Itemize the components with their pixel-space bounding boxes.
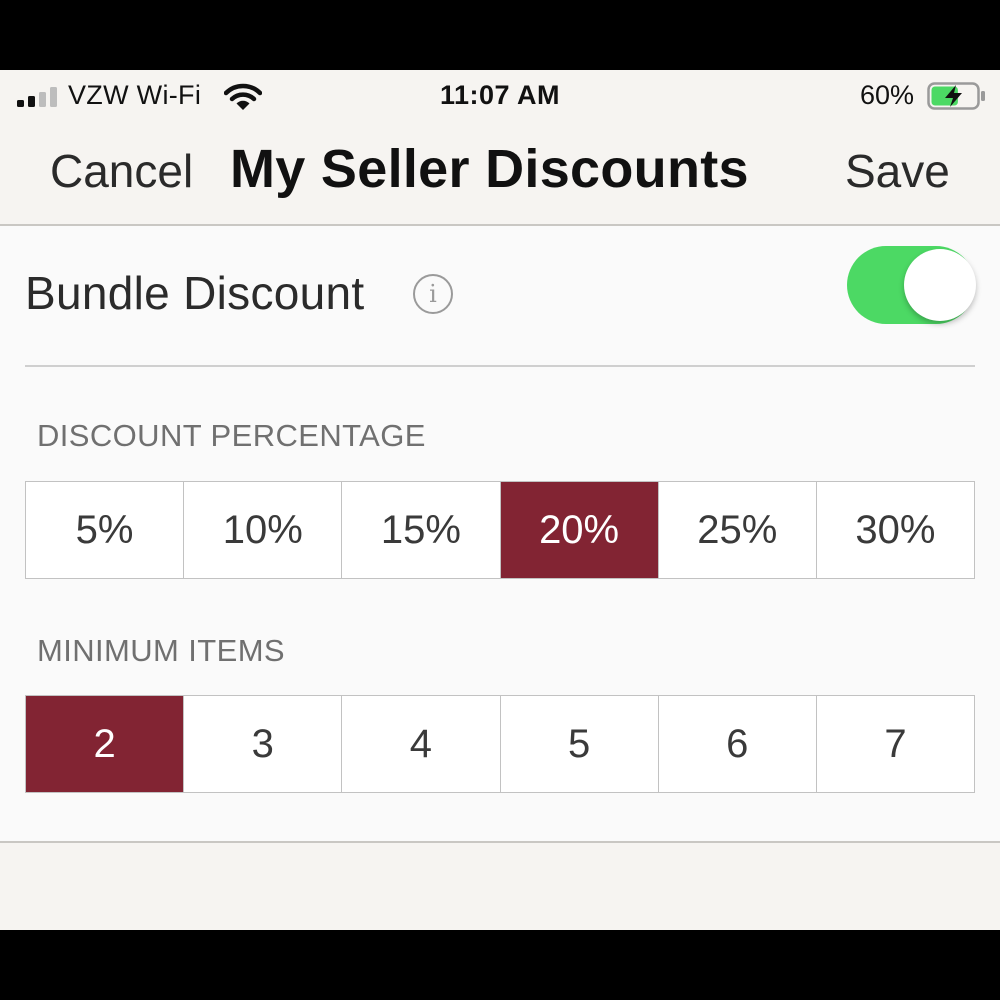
- discount-percentage-option[interactable]: 20%: [499, 482, 658, 578]
- minimum-items-option[interactable]: 6: [657, 696, 816, 792]
- bundle-discount-toggle[interactable]: [847, 246, 976, 324]
- phone-screen: VZW Wi-Fi 11:07 AM 60% Cancel My Seller …: [0, 70, 1000, 930]
- discount-percentage-option[interactable]: 5%: [26, 482, 184, 578]
- bundle-discount-label: Bundle Discount: [25, 267, 365, 319]
- page-title: My Seller Discounts: [230, 139, 749, 199]
- discount-percentage-option[interactable]: 30%: [815, 482, 975, 578]
- minimum-items-option[interactable]: 3: [183, 696, 342, 792]
- letterbox-bottom: [0, 930, 1000, 1000]
- minimum-items-option[interactable]: 7: [815, 696, 975, 792]
- discount-percentage-option[interactable]: 10%: [183, 482, 342, 578]
- minimum-items-option[interactable]: 4: [341, 696, 500, 792]
- battery-percent: 60%: [860, 80, 915, 110]
- divider: [25, 365, 975, 367]
- navigation-bar: Cancel My Seller Discounts Save: [0, 124, 1000, 226]
- status-bar: VZW Wi-Fi 11:07 AM 60%: [0, 70, 1000, 124]
- status-time: 11:07 AM: [439, 80, 561, 110]
- minimum-items-option[interactable]: 5: [499, 696, 658, 792]
- discount-percentage-header: DISCOUNT PERCENTAGE: [37, 418, 426, 453]
- battery-charging-icon: [927, 82, 985, 110]
- letterbox-top: [0, 0, 1000, 70]
- toggle-knob: [904, 249, 976, 321]
- info-icon[interactable]: i: [413, 274, 453, 314]
- discount-percentage-selector: 5% 10% 15% 20% 25% 30%: [25, 481, 975, 579]
- discount-percentage-option[interactable]: 15%: [341, 482, 500, 578]
- minimum-items-selector: 234567: [25, 695, 975, 793]
- discount-percentage-option[interactable]: 25%: [657, 482, 816, 578]
- cancel-button[interactable]: Cancel: [50, 144, 193, 198]
- discount-settings-panel: Bundle Discount i DISCOUNT PERCENTAGE 5%…: [0, 226, 1000, 843]
- minimum-items-option[interactable]: 2: [26, 696, 184, 792]
- bundle-discount-row: Bundle Discount i: [0, 226, 1000, 366]
- minimum-items-header: MINIMUM ITEMS: [37, 633, 286, 668]
- save-button[interactable]: Save: [845, 144, 950, 198]
